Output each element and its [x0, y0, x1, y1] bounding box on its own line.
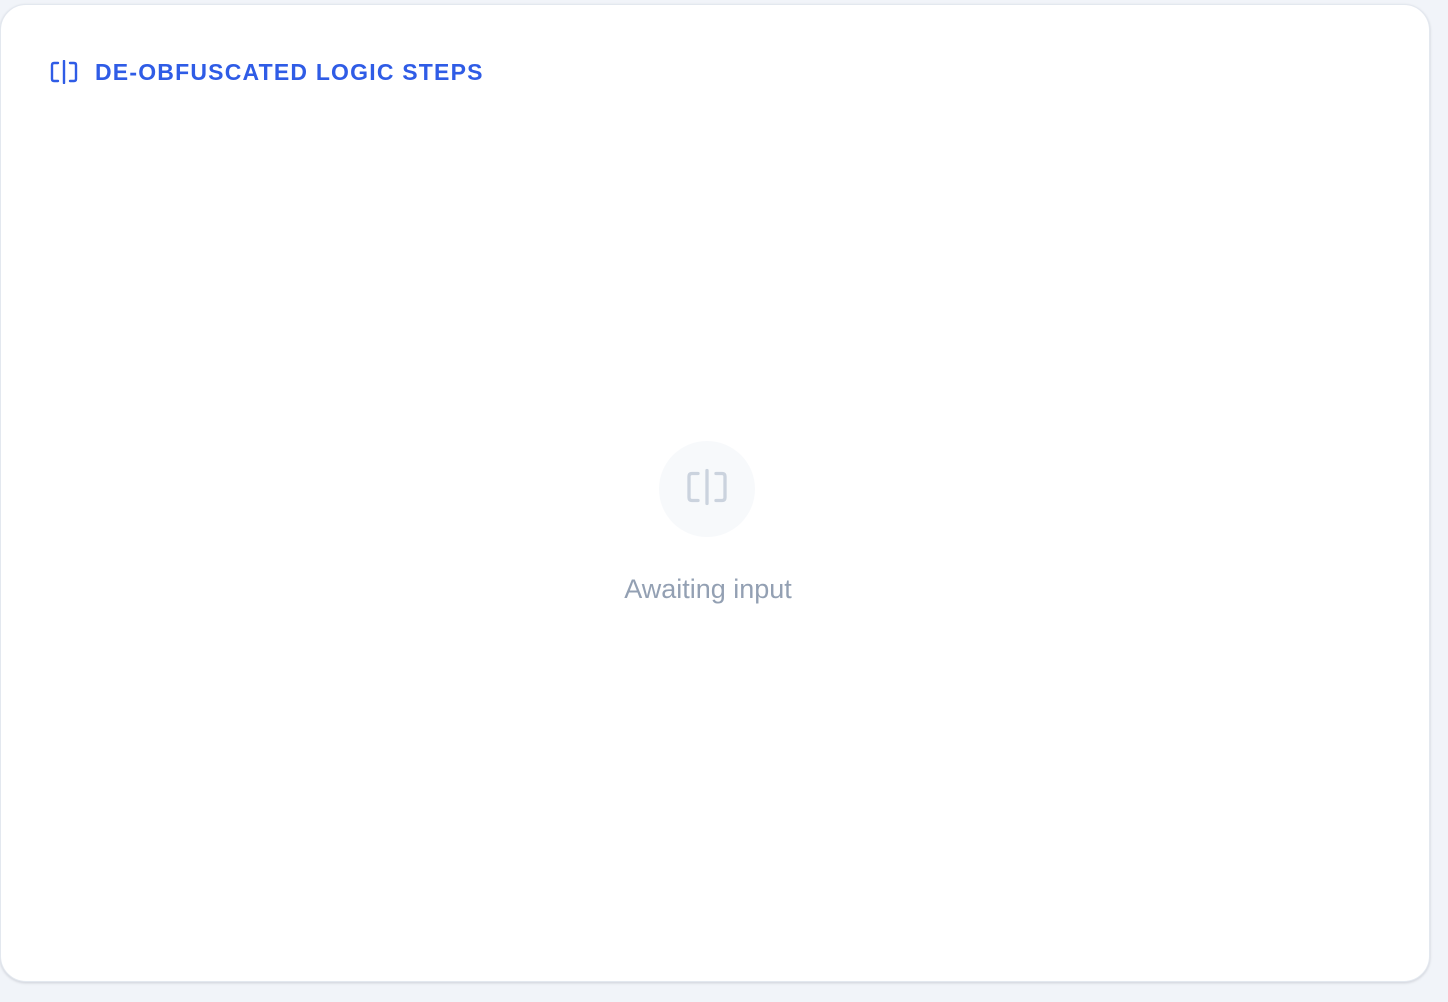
empty-state-icon-circle	[659, 441, 755, 537]
empty-state: Awaiting input	[1, 5, 1431, 983]
panel-title: DE-OBFUSCATED LOGIC STEPS	[95, 59, 484, 85]
logic-steps-panel: DE-OBFUSCATED LOGIC STEPS Awaiting input	[0, 4, 1430, 982]
split-view-icon	[686, 468, 728, 511]
panel-header: DE-OBFUSCATED LOGIC STEPS	[50, 56, 484, 88]
empty-state-message: Awaiting input	[624, 574, 792, 604]
split-view-icon	[50, 60, 78, 84]
